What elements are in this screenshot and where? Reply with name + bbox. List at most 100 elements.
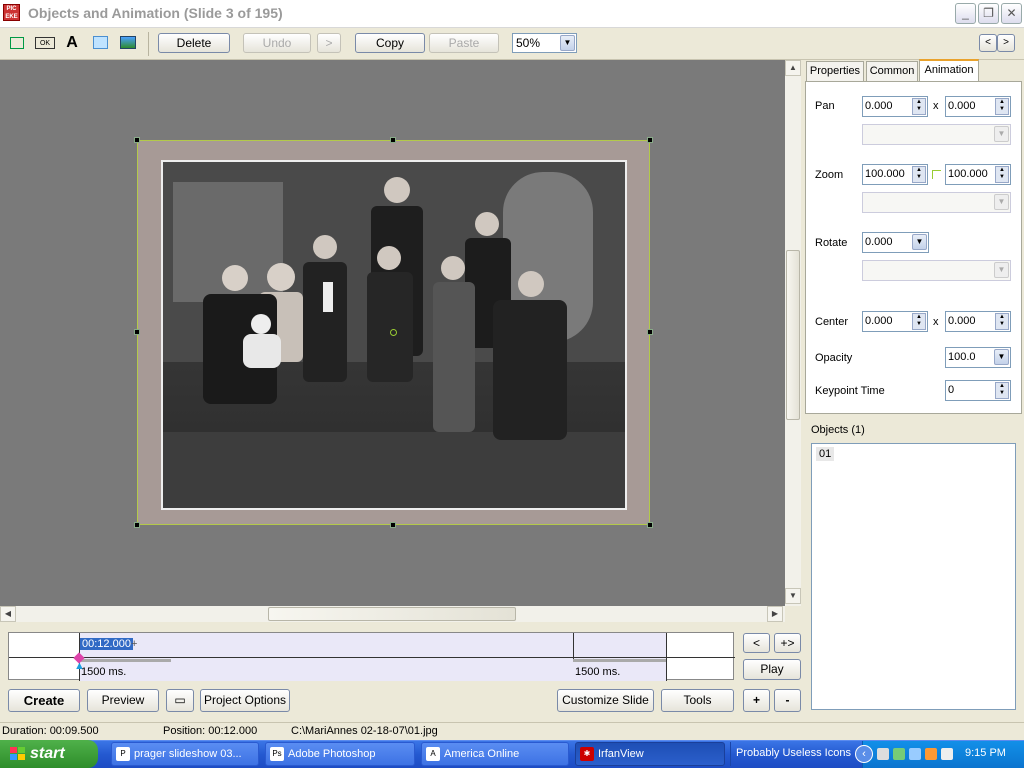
taskbar-item-irfanview[interactable]: ✱ IrfanView	[575, 742, 725, 766]
nav-next-button[interactable]: >	[997, 34, 1015, 52]
preview-button[interactable]: Preview	[87, 689, 159, 712]
list-item[interactable]: 01	[816, 447, 835, 461]
quick-toolbar-label[interactable]: Probably Useless Icons	[730, 742, 858, 766]
chevron-down-icon[interactable]: ▼	[994, 262, 1009, 278]
resize-handle[interactable]	[134, 329, 140, 335]
tools-button[interactable]: Tools	[661, 689, 734, 712]
taskbar-item-prager-slideshow[interactable]: Pprager slideshow 03...	[111, 742, 259, 766]
tab-common[interactable]: Common	[866, 61, 918, 81]
position-status: Position: 00:12.000	[163, 725, 258, 737]
next-keypoint-button[interactable]: +>	[774, 633, 801, 653]
timeline-time: 00:12.000	[80, 638, 133, 650]
text-tool-icon[interactable]: A	[63, 35, 81, 51]
restore-button[interactable]: ❐	[978, 3, 999, 24]
scroll-down-icon[interactable]: ▼	[785, 588, 801, 604]
add-keypoint-button[interactable]: +	[743, 689, 770, 712]
chevron-down-icon[interactable]: ▼	[912, 234, 927, 250]
center-x-field[interactable]: 0.000 ▲ ▼	[862, 311, 928, 332]
resize-handle[interactable]	[390, 522, 396, 528]
taskbar-item-photoshop[interactable]: Ps Adobe Photoshop	[265, 742, 415, 766]
redo-button[interactable]: >	[317, 33, 341, 53]
center-y-field[interactable]: 0.000 ▲ ▼	[945, 311, 1011, 332]
image-tool-icon[interactable]	[119, 35, 137, 51]
copy-button[interactable]: Copy	[355, 33, 425, 53]
tray-expand-icon[interactable]: ‹	[855, 745, 873, 763]
rotate-value: 0.000	[865, 236, 893, 248]
add-keypoint-icon[interactable]: +	[131, 638, 137, 650]
display-icon[interactable]	[909, 748, 921, 760]
vertical-scroll-thumb[interactable]	[786, 250, 800, 420]
play-button[interactable]: Play	[743, 659, 801, 680]
spin-arrows-icon[interactable]: ▲ ▼	[995, 382, 1009, 399]
objects-list[interactable]: 01	[811, 443, 1016, 710]
close-button[interactable]: ✕	[1001, 3, 1022, 24]
undo-button[interactable]: Undo	[243, 33, 311, 53]
rotate-field[interactable]: 0.000 ▼	[862, 232, 929, 253]
horizontal-scroll-thumb[interactable]	[268, 607, 516, 621]
customize-slide-button[interactable]: Customize Slide	[557, 689, 654, 712]
zoom-select[interactable]: 50% ▼	[512, 33, 577, 53]
center-label: Center	[815, 316, 849, 328]
pan-y-value: 0.000	[948, 100, 976, 112]
scroll-up-icon[interactable]: ▲	[785, 60, 801, 76]
x-separator: x	[933, 316, 939, 328]
rectangle-tool-icon[interactable]	[8, 35, 26, 51]
zoom-motion-select[interactable]: ▼	[862, 192, 1011, 213]
spin-arrows-icon[interactable]: ▲ ▼	[912, 98, 926, 115]
zoom-y-field[interactable]: 100.000 ▲ ▼	[945, 164, 1011, 185]
chevron-down-icon[interactable]: ▼	[560, 35, 575, 51]
taskbar-item-aol[interactable]: A America Online	[421, 742, 569, 766]
paste-button[interactable]: Paste	[429, 33, 499, 53]
nav-prev-button[interactable]: <	[979, 34, 997, 52]
minimize-button[interactable]: _	[955, 3, 976, 24]
center-y-value: 0.000	[948, 315, 976, 327]
spin-arrows-icon[interactable]: ▲ ▼	[912, 313, 926, 330]
vertical-scrollbar[interactable]: ▲ ▼	[785, 60, 801, 606]
spin-arrows-icon[interactable]: ▲ ▼	[995, 166, 1009, 183]
spin-arrows-icon[interactable]: ▲ ▼	[995, 98, 1009, 115]
chevron-down-icon[interactable]: ▼	[994, 126, 1009, 142]
tab-properties[interactable]: Properties	[806, 61, 864, 81]
keypoint-time-field[interactable]: 0 ▲ ▼	[945, 380, 1011, 401]
slide-list-icon[interactable]: ▭	[166, 689, 194, 712]
resize-handle[interactable]	[647, 329, 653, 335]
pan-y-field[interactable]: 0.000 ▲ ▼	[945, 96, 1011, 117]
security-icon[interactable]	[925, 748, 937, 760]
chevron-down-icon[interactable]: ▼	[994, 194, 1009, 210]
scroll-left-icon[interactable]: ◀	[0, 606, 16, 622]
remove-keypoint-button[interactable]: -	[774, 689, 801, 712]
delete-button[interactable]: Delete	[158, 33, 230, 53]
fill-tool-icon[interactable]	[92, 35, 110, 51]
zoom-label: Zoom	[815, 169, 844, 181]
chevron-down-icon[interactable]: ▼	[994, 349, 1009, 365]
button-tool-icon[interactable]: OK	[35, 37, 55, 49]
opacity-field[interactable]: 100.0 ▼	[945, 347, 1011, 368]
network-icon[interactable]	[877, 748, 889, 760]
resize-handle[interactable]	[134, 522, 140, 528]
create-button[interactable]: Create	[8, 689, 80, 712]
zoom-x-field[interactable]: 100.000 ▲ ▼	[862, 164, 928, 185]
horizontal-scrollbar[interactable]: ◀ ▶	[0, 606, 785, 622]
resize-handle[interactable]	[647, 522, 653, 528]
resize-handle[interactable]	[647, 137, 653, 143]
status-bar: Duration: 00:09.500 Position: 00:12.000 …	[0, 722, 1024, 740]
picture-to-exe-icon: P	[116, 747, 130, 761]
link-aspect-icon[interactable]	[932, 170, 941, 179]
resize-handle[interactable]	[134, 137, 140, 143]
spin-arrows-icon[interactable]: ▲ ▼	[912, 166, 926, 183]
pan-x-field[interactable]: 0.000 ▲ ▼	[862, 96, 928, 117]
scroll-right-icon[interactable]: ▶	[767, 606, 783, 622]
resize-handle[interactable]	[390, 137, 396, 143]
timeline[interactable]: ▲ 00:12.000 + 1500 ms. 1500 ms.	[8, 632, 735, 681]
spin-arrows-icon[interactable]: ▲ ▼	[995, 313, 1009, 330]
task-label: prager slideshow 03...	[134, 748, 242, 760]
clock: 9:15 PM	[965, 747, 1006, 759]
tray-app-icon[interactable]	[941, 748, 953, 760]
volume-icon[interactable]	[893, 748, 905, 760]
project-options-button[interactable]: Project Options	[200, 689, 290, 712]
tab-animation[interactable]: Animation	[919, 59, 979, 82]
prev-keypoint-button[interactable]: <	[743, 633, 770, 653]
pan-motion-select[interactable]: ▼	[862, 124, 1011, 145]
rotate-motion-select[interactable]: ▼	[862, 260, 1011, 281]
center-point-handle[interactable]	[390, 329, 397, 336]
